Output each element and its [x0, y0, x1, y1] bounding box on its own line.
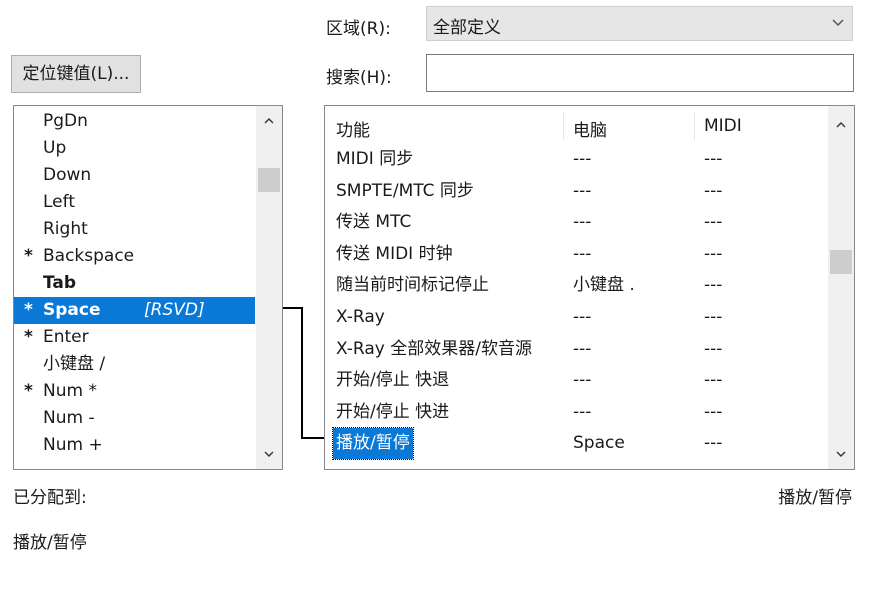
- key-name: PgDn: [43, 111, 88, 131]
- table-row[interactable]: 随当前时间标记停止 小键盘 . ---: [325, 270, 827, 301]
- assigned-label: 已分配到:: [13, 488, 87, 508]
- key-name: Num *: [43, 381, 97, 401]
- function-cell: 播放/暂停: [332, 427, 414, 461]
- list-item[interactable]: PgDn: [14, 108, 255, 135]
- midi-cell: ---: [704, 307, 723, 327]
- table-row[interactable]: 传送 MTC --- ---: [325, 207, 827, 238]
- function-cell: 开始/停止 快退: [336, 370, 450, 391]
- pc-key-cell: ---: [573, 212, 592, 233]
- assigned-marker: *: [24, 300, 33, 320]
- list-item[interactable]: Tab: [14, 270, 255, 297]
- header-separator[interactable]: [563, 112, 564, 140]
- key-name: Enter: [43, 327, 89, 347]
- key-list[interactable]: PgDn Up Down Left Right * Backspace Tab * Space [R…: [13, 105, 283, 470]
- key-name: Left: [43, 192, 75, 212]
- list-item[interactable]: Num +: [14, 432, 255, 459]
- connector-line: [301, 307, 303, 438]
- key-list-scrollbar[interactable]: [256, 106, 282, 469]
- table-row[interactable]: 传送 MIDI 时钟 --- ---: [325, 239, 827, 270]
- header-midi[interactable]: MIDI: [704, 116, 742, 136]
- assigned-marker: *: [24, 381, 33, 401]
- pc-key-cell: Space: [573, 433, 625, 454]
- table-row[interactable]: 播放/暂停 Space ---: [325, 427, 827, 461]
- table-row[interactable]: MIDI 同步 --- ---: [325, 144, 827, 175]
- midi-cell: ---: [704, 433, 723, 454]
- table-row[interactable]: X-Ray 全部效果器/软音源 --- ---: [325, 334, 827, 365]
- list-item[interactable]: * Backspace: [14, 243, 255, 270]
- pc-key-cell: ---: [573, 307, 592, 327]
- assigned-value: 播放/暂停: [13, 533, 87, 553]
- key-name: 小键盘 /: [43, 354, 106, 374]
- function-cell: 传送 MIDI 时钟: [336, 243, 453, 264]
- region-label: 区域(R):: [326, 19, 391, 39]
- list-item[interactable]: * Num *: [14, 378, 255, 405]
- pc-key-cell: ---: [573, 149, 592, 169]
- function-table-scrollbar[interactable]: [828, 106, 854, 469]
- region-value: 全部定义: [433, 18, 501, 38]
- key-name: Space: [43, 300, 101, 320]
- chevron-down-icon[interactable]: [836, 449, 846, 459]
- table-row[interactable]: X-Ray --- ---: [325, 302, 827, 333]
- key-name: Backspace: [43, 246, 135, 266]
- search-input[interactable]: [426, 54, 854, 92]
- list-item[interactable]: Left: [14, 189, 255, 216]
- chevron-down-icon[interactable]: [264, 449, 274, 459]
- table-header: 功能 电脑 MIDI: [325, 106, 827, 146]
- midi-cell: ---: [704, 180, 723, 201]
- key-name: Num +: [43, 435, 103, 455]
- header-separator[interactable]: [694, 112, 695, 140]
- function-cell: X-Ray 全部效果器/软音源: [336, 338, 532, 359]
- chevron-down-icon: [832, 19, 844, 27]
- pc-key-cell: 小键盘 .: [573, 275, 635, 296]
- list-item[interactable]: Num -: [14, 405, 255, 432]
- locate-key-button[interactable]: 定位键值(L)...: [11, 55, 141, 93]
- list-item[interactable]: Right: [14, 216, 255, 243]
- pc-key-cell: ---: [573, 338, 592, 359]
- assigned-marker: *: [24, 246, 33, 266]
- list-item[interactable]: Down: [14, 162, 255, 189]
- key-name: Tab: [43, 273, 77, 293]
- midi-cell: ---: [704, 243, 723, 264]
- pc-key-cell: ---: [573, 243, 592, 264]
- function-cell: X-Ray: [336, 307, 385, 327]
- list-item[interactable]: Up: [14, 135, 255, 162]
- midi-cell: ---: [704, 275, 723, 296]
- assigned-marker: *: [24, 327, 33, 347]
- function-cell: 随当前时间标记停止: [336, 275, 489, 296]
- list-item[interactable]: * Space [RSVD]: [14, 297, 255, 324]
- key-name: Right: [43, 219, 88, 239]
- function-cell: SMPTE/MTC 同步: [336, 180, 474, 201]
- region-dropdown[interactable]: 全部定义: [426, 6, 853, 41]
- chevron-up-icon[interactable]: [264, 116, 274, 126]
- function-cell: 开始/停止 快进: [336, 401, 450, 422]
- assigned-right-value: 播放/暂停: [778, 488, 852, 508]
- midi-cell: ---: [704, 338, 723, 359]
- function-table[interactable]: 功能 电脑 MIDI MIDI 同步 --- --- SMPTE/MTC 同步 --- -…: [324, 105, 855, 470]
- midi-cell: ---: [704, 149, 723, 169]
- pc-key-cell: ---: [573, 370, 592, 391]
- table-row[interactable]: 开始/停止 快退 --- ---: [325, 365, 827, 396]
- key-name: Down: [43, 165, 92, 185]
- pc-key-cell: ---: [573, 401, 592, 422]
- midi-cell: ---: [704, 401, 723, 422]
- function-cell: 传送 MTC: [336, 212, 412, 233]
- table-row[interactable]: SMPTE/MTC 同步 --- ---: [325, 176, 827, 207]
- search-label: 搜索(H):: [326, 68, 392, 88]
- chevron-up-icon[interactable]: [836, 120, 846, 130]
- midi-cell: ---: [704, 370, 723, 391]
- reserved-tag: [RSVD]: [144, 300, 205, 320]
- header-pc[interactable]: 电脑: [573, 116, 607, 141]
- table-row[interactable]: 开始/停止 快进 --- ---: [325, 397, 827, 428]
- pc-key-cell: ---: [573, 180, 592, 201]
- connector-line: [283, 307, 303, 309]
- key-name: Num -: [43, 408, 95, 428]
- scroll-thumb[interactable]: [258, 168, 280, 192]
- midi-cell: ---: [704, 212, 723, 233]
- list-item[interactable]: 小键盘 /: [14, 351, 255, 378]
- key-name: Up: [43, 138, 67, 158]
- function-cell: MIDI 同步: [336, 149, 414, 169]
- scroll-thumb[interactable]: [830, 250, 852, 274]
- header-function[interactable]: 功能: [336, 116, 370, 141]
- list-item[interactable]: * Enter: [14, 324, 255, 351]
